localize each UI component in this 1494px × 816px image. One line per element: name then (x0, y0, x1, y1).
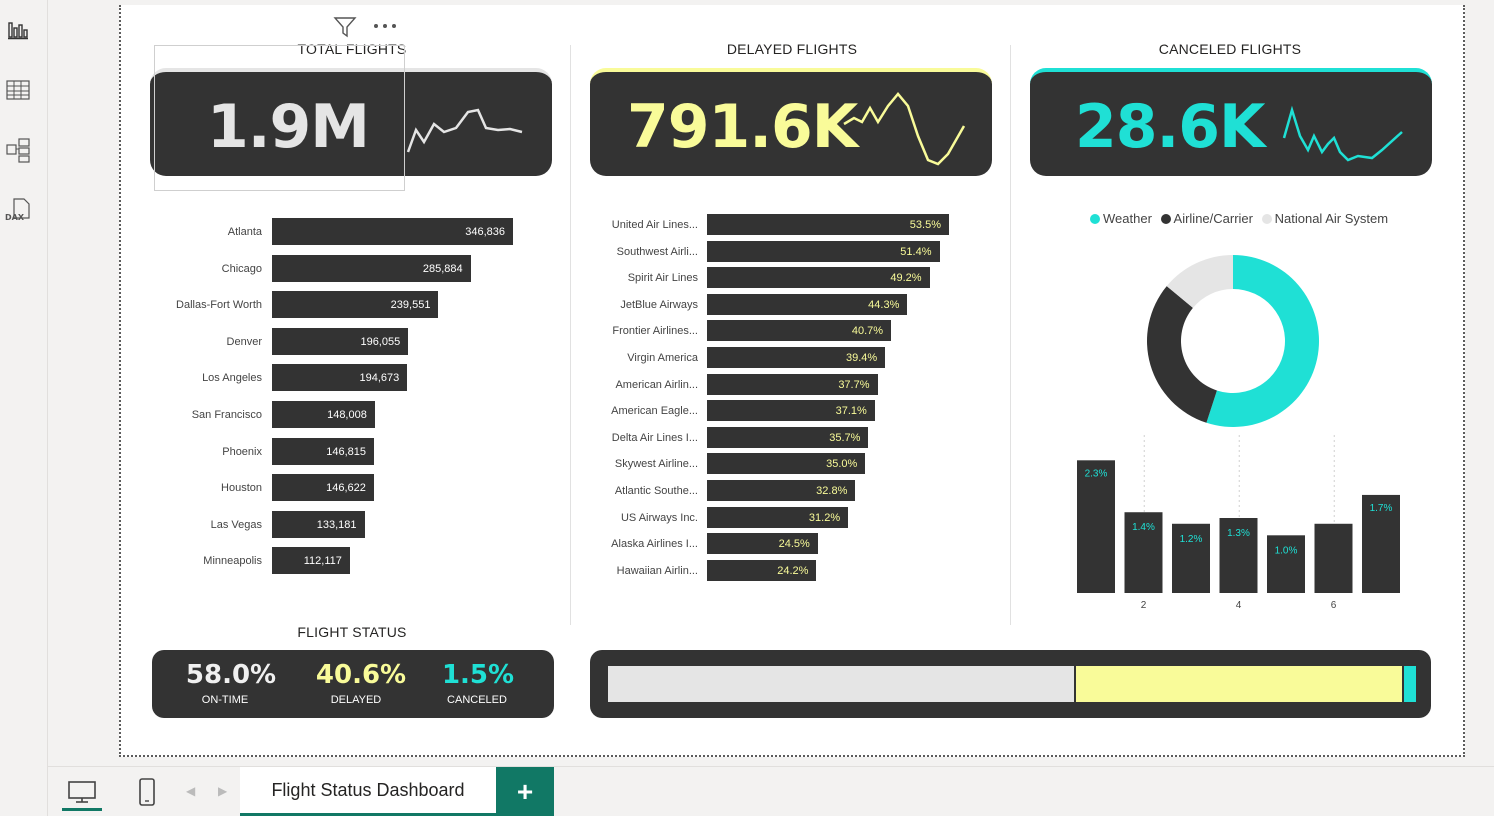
flight-status-stacked-bar[interactable] (608, 666, 1416, 702)
delayed-percent: 40.6% (315, 660, 407, 690)
canceled-flights-value: 28.6K (1075, 92, 1266, 162)
bar-category-label: Alaska Airlines I... (611, 538, 698, 551)
canceled-label: CANCELED (447, 694, 507, 706)
legend-airline-carrier-dot (1160, 214, 1171, 224)
legend-national-air-system-dot (1261, 214, 1272, 224)
legend-national-air-system[interactable]: National Air System (1261, 211, 1388, 226)
add-page-button[interactable]: + (496, 767, 554, 816)
canceled-flights-title: CANCELED FLIGHTS (1158, 41, 1302, 57)
bar-category-label: Hawaiian Airlin... (616, 564, 698, 577)
bar-category-label: Spirit Air Lines (627, 272, 698, 285)
bar-category-label: JetBlue Airways (620, 298, 698, 311)
bar-value-label: 37.1% (835, 405, 867, 418)
bar-value-label: 39.4% (846, 352, 878, 364)
chevron-right-icon[interactable]: ▶ (218, 784, 227, 798)
bar-value-label: 35.7% (829, 431, 861, 444)
bar-category-label: Delta Air Lines I... (611, 431, 698, 444)
mobile-layout-icon[interactable] (132, 775, 162, 809)
bar-category-label: American Eagle... (611, 405, 698, 418)
x-tick-label: 2 (1141, 600, 1147, 611)
legend-weather[interactable]: Weather (1090, 211, 1152, 226)
column-value-label: 1.0% (1275, 545, 1298, 556)
column-value-label: 1.4% (1132, 522, 1155, 533)
bar-value-label: 44.3% (868, 298, 900, 311)
bar-value-label: 32.8% (816, 485, 848, 497)
desktop-layout-icon[interactable] (62, 775, 102, 811)
on-time-segment[interactable] (608, 666, 1075, 702)
bar-category-label: American Airlin... (615, 378, 698, 391)
view-switcher-rail: DAX (0, 0, 48, 816)
canceled-flights-card[interactable]: 28.6K (1030, 68, 1432, 176)
flight-status-title: FLIGHT STATUS (297, 624, 407, 640)
canceled-percent: 1.5% (441, 660, 515, 690)
donut-slice[interactable] (1147, 286, 1217, 423)
monthly-cancel-column-chart[interactable]: 2.3% 1.4% 1.2% 1.3% 1.0% 1.7% 2 4 6 (1071, 425, 1411, 615)
top-edge (48, 0, 1494, 4)
canceled-flights-sparkline (1282, 105, 1403, 162)
x-tick-label: 6 (1331, 600, 1337, 611)
column-value-label: 1.3% (1227, 528, 1250, 539)
svg-text:DAX: DAX (5, 213, 25, 222)
on-time-label: ON-TIME (201, 694, 249, 706)
bar-value-label: 53.5% (909, 219, 941, 231)
report-view-icon[interactable] (4, 16, 32, 44)
bar-category-label: Southwest Airli... (616, 245, 698, 258)
legend-weather-dot (1090, 214, 1100, 224)
cancel-reason-donut-chart[interactable] (1145, 253, 1321, 429)
column-value-label: 2.3% (1085, 468, 1108, 479)
report-page: TOTAL FLIGHTS DELAYED FLIGHTS CANCELED F… (119, 5, 1465, 757)
flight-status-stacked-bar-card[interactable] (590, 650, 1431, 718)
dax-query-view-icon[interactable]: DAX (4, 196, 32, 224)
bar-value-label: 51.4% (900, 245, 932, 258)
legend-airline-carrier[interactable]: Airline/Carrier (1160, 211, 1253, 226)
column-bar[interactable] (1077, 460, 1115, 593)
bar-category-label: Atlantic Southe... (614, 485, 698, 497)
delayed-label: DELAYED (330, 694, 382, 706)
table-view-icon[interactable] (4, 76, 32, 104)
column-bar[interactable] (1314, 523, 1353, 593)
airline-delay-bar-chart[interactable]: United Air Lines... 53.5% Southwest Airli.… (121, 5, 1011, 605)
column-value-label: 1.2% (1180, 534, 1203, 545)
bar-category-label: Frontier Airlines... (612, 325, 698, 338)
bar-value-label: 31.2% (808, 511, 841, 524)
bar-category-label: US Airways Inc. (620, 511, 698, 524)
canceled-segment[interactable] (1403, 666, 1416, 702)
bar-value-label: 40.7% (851, 325, 884, 338)
tab-flight-status-dashboard[interactable]: Flight Status Dashboard (240, 767, 496, 816)
bar-value-label: 24.5% (778, 538, 810, 551)
x-tick-label: 4 (1236, 600, 1242, 611)
flight-status-card[interactable]: 58.0% ON-TIME 40.6% DELAYED 1.5% CANCELE… (152, 650, 554, 718)
bar-category-label: Skywest Airline... (614, 458, 698, 471)
chevron-left-icon[interactable]: ◀ (186, 784, 195, 798)
bar-value-label: 49.2% (890, 272, 922, 285)
bar-value-label: 37.7% (838, 378, 870, 391)
column-value-label: 1.7% (1370, 503, 1393, 514)
cancel-reason-legend: Weather Airline/Carrier National Air Sys… (1090, 211, 1388, 226)
bar-category-label: Virgin America (627, 352, 698, 364)
delayed-segment[interactable] (1076, 666, 1402, 702)
column-bar[interactable] (1267, 535, 1305, 593)
on-time-percent: 58.0% (185, 660, 277, 690)
model-view-icon[interactable] (4, 136, 32, 164)
bar-value-label: 24.2% (777, 564, 809, 577)
bar-category-label: United Air Lines... (611, 219, 698, 231)
bar-value-label: 35.0% (826, 458, 858, 471)
